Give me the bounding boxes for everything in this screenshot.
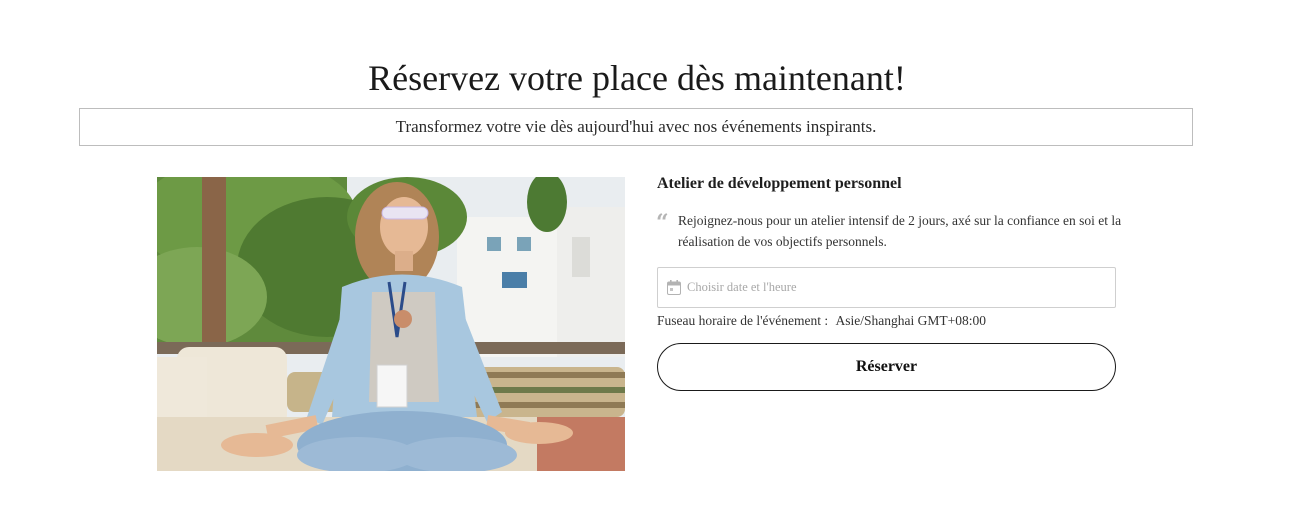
calendar-icon (667, 280, 681, 295)
subtitle-banner: Transformez votre vie dès aujourd'hui av… (79, 108, 1193, 146)
reserve-button-label: Réserver (855, 358, 918, 375)
event-title: Atelier de développement personnel (657, 175, 902, 192)
timezone-info: Fuseau horaire de l'événement : Asie/Sha… (657, 313, 986, 329)
quote-icon: “ (656, 210, 669, 236)
timezone-label: Fuseau horaire de l'événement : (657, 313, 829, 328)
date-placeholder: Choisir date et l'heure (687, 280, 797, 294)
date-time-picker[interactable]: Choisir date et l'heure (657, 267, 1116, 308)
event-description: Rejoignez-nous pour un atelier intensif … (678, 213, 1122, 249)
subtitle-text: Transformez votre vie dès aujourd'hui av… (395, 117, 877, 136)
reserve-button[interactable]: Réserver (657, 343, 1116, 391)
timezone-value: Asie/Shanghai GMT+08:00 (835, 313, 986, 328)
event-photo (157, 177, 625, 471)
page-title: Réservez votre place dès maintenant! (368, 58, 906, 98)
